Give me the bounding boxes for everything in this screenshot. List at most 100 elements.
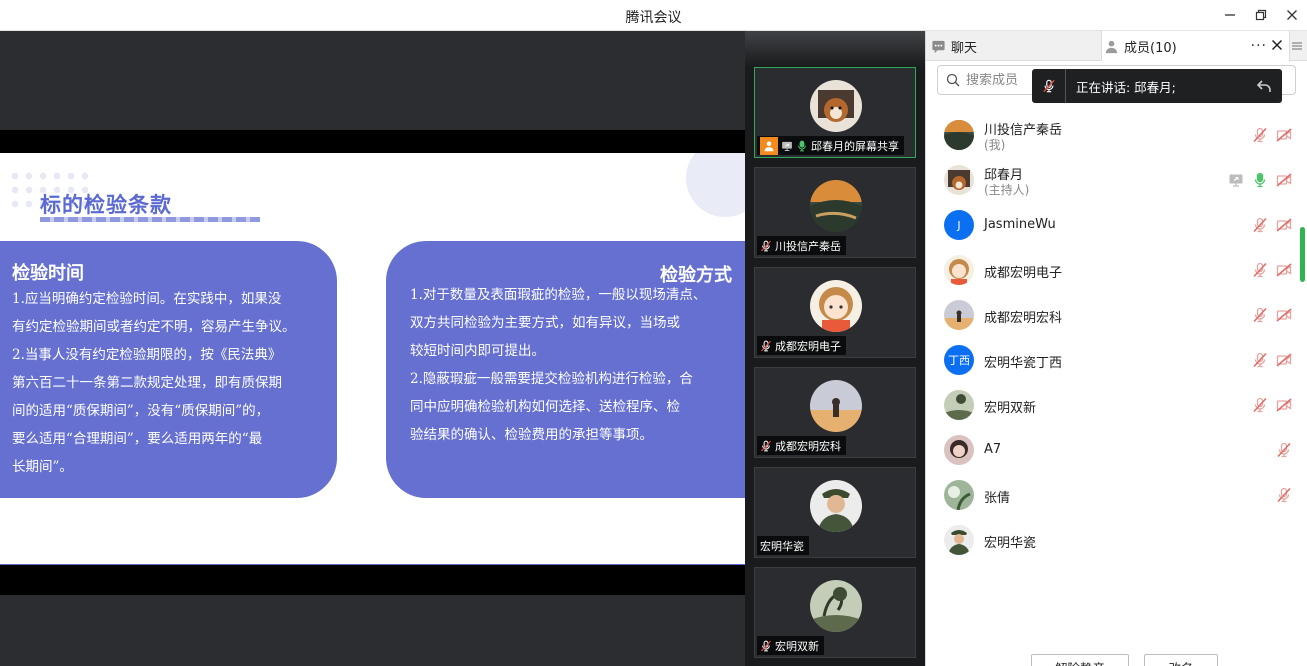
tab-chat-label: 聊天 [951, 40, 978, 56]
camera-off-icon[interactable] [1276, 172, 1292, 188]
video-thumbnail[interactable]: 邱春月的屏幕共享 [754, 67, 916, 158]
camera-off-icon[interactable] [1276, 397, 1292, 413]
cartoon-girl-avatar [810, 280, 862, 332]
slide-title-underline [40, 217, 260, 222]
return-arrow-icon[interactable] [1256, 78, 1272, 94]
menu-icon[interactable] [1290, 39, 1304, 53]
screen-share-icon [1228, 172, 1244, 188]
member-row[interactable]: 成都宏明宏科 [942, 295, 1292, 335]
card-line: 长期间”。 [12, 459, 73, 475]
thumbnail-label: 宏明华瓷 [757, 536, 809, 555]
tree-landscape-avatar [944, 390, 974, 420]
mic-muted-icon[interactable] [1252, 217, 1268, 233]
mic-active-icon[interactable] [1252, 172, 1268, 188]
mic-muted-icon [760, 640, 772, 652]
member-row[interactable]: 川投信产秦岳 (我) [942, 115, 1292, 155]
member-row[interactable]: J JasmineWu [942, 205, 1292, 245]
mic-muted-icon[interactable] [1252, 127, 1268, 143]
tree-landscape-avatar [810, 580, 862, 632]
camera-off-icon[interactable] [1276, 352, 1292, 368]
letterbox-top [0, 130, 745, 153]
camera-off-icon[interactable] [1276, 262, 1292, 278]
presentation-slide: 标的检验条款 检验时间 1.应当明确约定检验时间。在实践中，如果没 有约定检验期… [0, 153, 745, 565]
card-body: 1.应当明确约定检验时间。在实践中，如果没 有约定检验期间或者约定不明，容易产生… [12, 285, 337, 481]
uniform-man-avatar [810, 480, 862, 532]
close-window-button[interactable] [1281, 4, 1303, 26]
member-name: A7 [984, 442, 1002, 457]
member-row[interactable]: 丁西 宏明华瓷丁西 [942, 340, 1292, 380]
uniform-man-avatar [944, 525, 974, 555]
unmute-all-button[interactable]: 解除静音 [1031, 654, 1129, 666]
landscape-sunset-avatar [944, 120, 974, 150]
member-list-scrollbar[interactable] [1300, 227, 1305, 282]
dog-photo-avatar [944, 165, 974, 195]
video-thumbnail[interactable]: 成都宏明电子 [754, 267, 916, 358]
member-row[interactable]: 邱春月 (主持人) [942, 160, 1292, 200]
close-icon[interactable] [1271, 39, 1283, 51]
member-row[interactable]: A7 [942, 430, 1292, 470]
thumbnail-label: 成都宏明宏科 [757, 436, 846, 455]
video-thumbnail[interactable]: 宏明华瓷 [754, 467, 916, 558]
mic-active-icon [796, 140, 808, 152]
card-line: 有约定检验期间或者约定不明，容易产生争议。 [12, 319, 296, 335]
card-line: 双方共同检验为主要方式，如有异议，当场或 [410, 315, 680, 331]
card-line: 2.隐蔽瑕疵一般需要提交检验机构进行检验，合 [410, 371, 693, 387]
mic-muted-icon[interactable] [1276, 442, 1292, 458]
mic-muted-icon[interactable] [1032, 69, 1066, 103]
card-line: 间的适用“质保期间”，没有“质保期间”的， [12, 403, 270, 419]
mic-muted-icon[interactable] [1252, 352, 1268, 368]
member-row[interactable]: 张倩 [942, 475, 1292, 515]
side-panel: 聊天 成员(10) ··· 川投信产秦岳 (我) 邱春月 (主持人) J Jas… [925, 31, 1307, 666]
tab-members[interactable]: 成员(10) ··· [1102, 31, 1290, 62]
video-thumbnail[interactable]: 成都宏明宏科 [754, 367, 916, 458]
letter-avatar: 丁西 [944, 345, 974, 375]
screen-share-icon [781, 140, 793, 152]
beach-person-avatar [944, 300, 974, 330]
thumbnail-label: 成都宏明电子 [757, 336, 846, 355]
card-title: 检验时间 [12, 263, 84, 284]
thumbnail-name: 宏明双新 [775, 639, 819, 653]
member-row[interactable]: 宏明双新 [942, 385, 1292, 425]
minimize-icon [1225, 14, 1235, 16]
more-options-button[interactable]: ··· [1251, 38, 1267, 54]
speaking-text: 正在讲话: 邱春月; [1076, 79, 1176, 95]
mic-muted-icon[interactable] [1252, 397, 1268, 413]
thumbnail-name: 邱春月的屏幕共享 [811, 139, 899, 153]
beach-person-avatar [810, 380, 862, 432]
host-icon [760, 136, 778, 155]
camera-off-icon[interactable] [1276, 217, 1292, 233]
girl-photo-avatar [944, 435, 974, 465]
mic-muted-icon [760, 240, 772, 252]
inspection-method-card: 检验方式 1.对于数量及表面瑕疵的检验，一般以现场清点、 双方共同检验为主要方式… [386, 241, 745, 498]
mic-muted-icon[interactable] [1276, 487, 1292, 503]
minimize-button[interactable] [1219, 4, 1241, 26]
shared-screen[interactable]: 标的检验条款 检验时间 1.应当明确约定检验时间。在实践中，如果没 有约定检验期… [0, 31, 745, 666]
thumbnail-name: 川投信产秦岳 [775, 239, 841, 253]
card-line: 1.应当明确约定检验时间。在实践中，如果没 [12, 291, 282, 307]
mic-muted-icon[interactable] [1252, 307, 1268, 323]
member-row[interactable]: 宏明华瓷 [942, 520, 1292, 560]
restore-icon [1255, 9, 1267, 21]
thumbnail-name: 宏明华瓷 [760, 539, 804, 553]
tab-members-label: 成员(10) [1124, 41, 1177, 56]
panel-tabs: 聊天 成员(10) ··· [926, 31, 1307, 62]
card-line: 同中应明确检验机构如何选择、送检程序、检 [410, 399, 680, 415]
search-icon [946, 73, 960, 87]
rename-button[interactable]: 改名 [1144, 654, 1218, 666]
camera-off-icon[interactable] [1276, 127, 1292, 143]
restore-button[interactable] [1250, 4, 1272, 26]
video-thumbnail-strip[interactable]: 邱春月的屏幕共享 川投信产秦岳 成都宏明电子 成都宏明宏科 宏明华瓷 宏明双新 [745, 31, 925, 666]
card-line: 第六百二十一条第二款规定处理，即有质保期 [12, 375, 282, 391]
letter-avatar: J [944, 210, 974, 240]
close-icon [1287, 10, 1297, 20]
video-thumbnail[interactable]: 宏明双新 [754, 567, 916, 658]
member-name: 成都宏明电子 [984, 266, 1063, 281]
camera-off-icon[interactable] [1276, 307, 1292, 323]
tab-chat[interactable]: 聊天 [930, 31, 1102, 61]
speaking-indicator: 正在讲话: 邱春月; [1032, 69, 1282, 103]
video-thumbnail[interactable]: 川投信产秦岳 [754, 167, 916, 258]
member-row[interactable]: 成都宏明电子 [942, 250, 1292, 290]
mic-muted-icon[interactable] [1252, 262, 1268, 278]
letterbox-bottom [0, 565, 745, 595]
thumbnail-label: 川投信产秦岳 [757, 236, 846, 255]
